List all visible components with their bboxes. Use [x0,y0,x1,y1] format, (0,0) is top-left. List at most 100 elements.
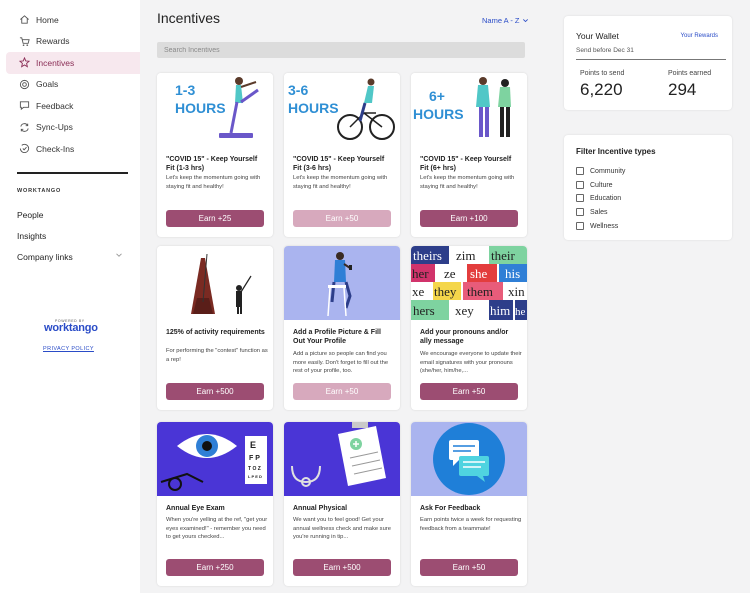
search-input[interactable] [157,42,525,58]
card-image [284,422,400,496]
card-image [157,246,273,320]
earn-button[interactable]: Earn +250 [166,559,264,576]
chevron-down-icon[interactable] [115,251,123,259]
card-image [411,422,527,496]
card-image: E F P T O Z L P E D [157,422,273,496]
earn-button[interactable]: Earn +50 [420,559,518,576]
checkin-icon [18,143,30,155]
star-icon [18,57,30,69]
filter-option-education[interactable]: Education [576,194,621,202]
chat-icon [18,100,30,112]
card-title: Add your pronouns and/or ally message [420,329,509,345]
card-title: "COVID 15" - Keep Yourself Fit (6+ hrs) [420,156,512,172]
filter-option-label: Wellness [590,222,619,230]
sidebar-nav: Home Rewards Incentives Goals Feedback S… [6,9,140,160]
sidebar-item-sync-ups[interactable]: Sync-Ups [6,117,140,139]
sidebar-link-company-links[interactable]: Company links [17,252,73,262]
pronoun-word: she [470,266,488,281]
filter-option-sales[interactable]: Sales [576,208,608,216]
sidebar-item-incentives[interactable]: Incentives [6,52,140,74]
incentive-card[interactable]: 3-6 HOURS "COVID 15" - Keep Yourself Fit… [284,73,400,237]
earn-button[interactable]: Earn +100 [420,210,518,227]
card-image: 6+ HOURS [411,73,527,147]
pronoun-word: they [434,284,457,299]
sidebar-link-people[interactable]: People [17,210,43,220]
card-image: 3-6 HOURS [284,73,400,147]
svg-text:HOURS: HOURS [288,100,339,116]
svg-text:6+: 6+ [429,88,445,104]
svg-text:HOURS: HOURS [413,106,464,122]
svg-text:3-6: 3-6 [288,82,308,98]
image-text: 1-3 [175,82,195,98]
incentive-card[interactable]: Annual Physical We want you to feel good… [284,422,400,586]
sort-label: Name A - Z [482,16,520,25]
wallet-divider [576,59,726,60]
sort-dropdown[interactable]: Name A - Z [482,16,529,25]
checkbox[interactable] [576,222,584,230]
sidebar-item-label: Feedback [36,100,74,111]
card-description: Add a picture so people can find you mor… [293,351,389,374]
your-rewards-link[interactable]: Your Rewards [681,33,718,39]
earn-button[interactable]: Earn +50 [293,383,391,400]
svg-text:E: E [250,440,256,450]
sidebar-item-label: Sync-Ups [36,122,73,133]
target-icon [18,78,30,90]
card-title: "COVID 15" - Keep Yourself Fit (3-6 hrs) [293,156,385,172]
checkbox[interactable] [576,194,584,202]
card-description: For performing the "contest" function as… [166,348,268,363]
incentive-card[interactable]: E F P T O Z L P E D Annual Eye Exam When… [157,422,273,586]
earn-button[interactable]: Earn +500 [166,383,264,400]
points-to-send-value: 6,220 [580,80,623,99]
earn-button[interactable]: Earn +500 [293,559,391,576]
sidebar-item-label: Home [36,14,59,25]
pronoun-word: zim [456,248,476,263]
points-to-send-label: Points to send [580,70,625,77]
pronoun-word: their [491,248,515,263]
privacy-policy-link[interactable]: PRIVACY POLICY [43,346,94,352]
pronoun-word: hers [413,303,435,318]
points-earned-label: Points earned [668,70,712,77]
page-title: Incentives [157,10,221,26]
incentive-card[interactable]: theirs zim their her ze she his xe they … [411,246,527,410]
card-image: theirs zim their her ze she his xe they … [411,246,527,320]
chevron-down-icon [522,19,528,23]
incentive-card[interactable]: Add a Profile Picture & Fill Out Your Pr… [284,246,400,410]
points-earned-value: 294 [668,80,697,99]
filter-option-label: Sales [590,208,608,216]
earn-button[interactable]: Earn +25 [166,210,264,227]
sidebar-item-label: Incentives [36,57,75,68]
sidebar-item-feedback[interactable]: Feedback [6,95,140,117]
sidebar-item-home[interactable]: Home [6,9,140,31]
card-description: Let's keep the momentum going with stayi… [420,175,515,190]
svg-text:F P: F P [249,455,260,462]
card-description: When you're yelling at the ref, "get you… [166,517,268,540]
pronoun-word: xe [412,284,425,299]
earn-button[interactable]: Earn +50 [420,383,518,400]
pronoun-word: her [412,266,429,281]
wallet-title: Your Wallet [576,31,619,41]
svg-text:L P E D: L P E D [248,474,262,479]
filter-option-label: Culture [590,181,613,189]
home-icon [18,14,30,26]
sidebar-item-rewards[interactable]: Rewards [6,31,140,53]
filter-option-culture[interactable]: Culture [576,181,613,189]
checkbox[interactable] [576,208,584,216]
incentive-card[interactable]: Ask For Feedback Earn points twice a wee… [411,422,527,586]
checkbox[interactable] [576,167,584,175]
checkbox[interactable] [576,181,584,189]
pronoun-word: theirs [413,248,442,263]
card-image: 1-3 HOURS [157,73,273,147]
incentive-card[interactable]: 1-3 HOURS "COVID 15" - Keep Yourself Fit… [157,73,273,237]
incentive-card[interactable]: 125% of activity requirements For perfor… [157,246,273,410]
sidebar-link-insights[interactable]: Insights [17,231,46,241]
earn-button[interactable]: Earn +50 [293,210,391,227]
filter-title: Filter Incentive types [576,147,656,156]
sidebar-item-check-ins[interactable]: Check-Ins [6,138,140,160]
incentive-card[interactable]: 6+ HOURS "COVID 15" - Keep Yourself Fit … [411,73,527,237]
filter-option-community[interactable]: Community [576,167,625,175]
card-title: Annual Physical [293,505,348,512]
card-title: Annual Eye Exam [166,505,225,512]
card-description: Let's keep the momentum going with stayi… [166,175,261,190]
filter-option-wellness[interactable]: Wellness [576,222,618,230]
sidebar-item-goals[interactable]: Goals [6,74,140,96]
